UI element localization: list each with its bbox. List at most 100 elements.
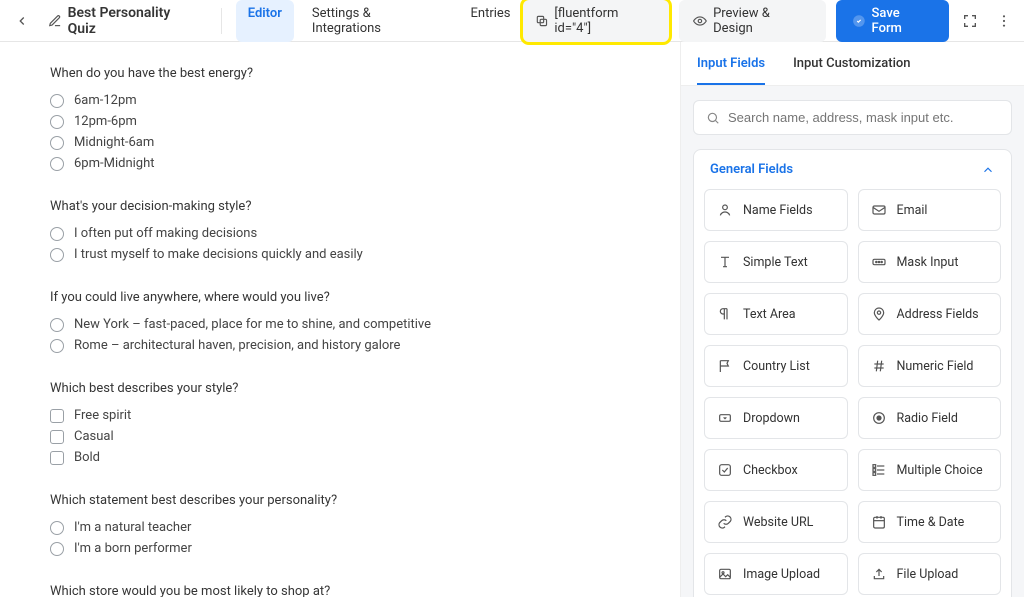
question-block[interactable]: Which store would you be most likely to … xyxy=(50,584,640,597)
field-checkbox[interactable]: Checkbox xyxy=(704,449,848,491)
field-name[interactable]: Name Fields xyxy=(704,189,848,231)
radio-option[interactable]: New York – fast-paced, place for me to s… xyxy=(50,317,640,332)
question-block[interactable]: If you could live anywhere, where would … xyxy=(50,290,640,353)
checkbox-option[interactable]: Casual xyxy=(50,429,640,444)
paragraph-icon xyxy=(717,306,733,322)
copy-icon xyxy=(535,14,549,28)
question-title: Which statement best describes your pers… xyxy=(50,493,640,508)
field-address[interactable]: Address Fields xyxy=(858,293,1002,335)
checkbox-field-icon xyxy=(717,462,733,478)
general-fields-section: General Fields Name Fields Email Simple xyxy=(693,149,1012,597)
radio-icon xyxy=(50,542,64,556)
field-search-input[interactable] xyxy=(728,110,999,125)
tab-entries[interactable]: Entries xyxy=(459,0,523,42)
tab-settings[interactable]: Settings & Integrations xyxy=(300,0,453,42)
fullscreen-icon xyxy=(962,13,978,29)
field-mask-input[interactable]: Mask Input xyxy=(858,241,1002,283)
check-circle-icon xyxy=(852,14,866,28)
section-toggle[interactable]: General Fields xyxy=(694,150,1011,189)
radio-option[interactable]: 6pm-Midnight xyxy=(50,156,640,171)
back-button[interactable] xyxy=(8,7,36,35)
field-datetime[interactable]: Time & Date xyxy=(858,501,1002,543)
field-dropdown[interactable]: Dropdown xyxy=(704,397,848,439)
radio-icon xyxy=(50,521,64,535)
question-block[interactable]: Which best describes your style? Free sp… xyxy=(50,381,640,465)
radio-option[interactable]: I'm a natural teacher xyxy=(50,520,640,535)
tab-editor[interactable]: Editor xyxy=(236,0,294,42)
divider xyxy=(221,8,222,34)
shortcode-copy[interactable]: [fluentform id="4"] xyxy=(523,0,670,42)
tab-input-customization[interactable]: Input Customization xyxy=(793,56,910,85)
radio-icon xyxy=(50,115,64,129)
mail-icon xyxy=(871,202,887,218)
checkbox-option[interactable]: Free spirit xyxy=(50,408,640,423)
radio-icon xyxy=(50,248,64,262)
field-search[interactable] xyxy=(693,100,1012,135)
calendar-icon xyxy=(871,514,887,530)
field-grid: Name Fields Email Simple Text Mask Input xyxy=(694,189,1011,597)
search-icon xyxy=(706,111,720,125)
more-vertical-icon xyxy=(996,13,1012,29)
radio-option[interactable]: I often put off making decisions xyxy=(50,226,640,241)
radio-field-icon xyxy=(871,410,887,426)
list-check-icon xyxy=(871,462,887,478)
preview-button[interactable]: Preview & Design xyxy=(679,0,825,42)
fields-panel: Input Fields Input Customization General… xyxy=(680,42,1024,597)
tab-input-fields[interactable]: Input Fields xyxy=(697,56,765,85)
question-title: Which best describes your style? xyxy=(50,381,640,396)
field-image-upload[interactable]: Image Upload xyxy=(704,553,848,595)
edit-icon xyxy=(48,14,62,28)
field-numeric[interactable]: Numeric Field xyxy=(858,345,1002,387)
hash-icon xyxy=(871,358,887,374)
user-icon xyxy=(717,202,733,218)
field-country[interactable]: Country List xyxy=(704,345,848,387)
field-radio[interactable]: Radio Field xyxy=(858,397,1002,439)
checkbox-icon xyxy=(50,451,64,465)
question-block[interactable]: What's your decision-making style? I oft… xyxy=(50,199,640,262)
checkbox-icon xyxy=(50,430,64,444)
radio-option[interactable]: 12pm-6pm xyxy=(50,114,640,129)
field-url[interactable]: Website URL xyxy=(704,501,848,543)
chevron-up-icon xyxy=(981,163,995,177)
question-title: When do you have the best energy? xyxy=(50,66,640,81)
radio-option[interactable]: Midnight-6am xyxy=(50,135,640,150)
pin-icon xyxy=(871,306,887,322)
shortcode-text: [fluentform id="4"] xyxy=(554,6,657,36)
radio-icon xyxy=(50,318,64,332)
field-simple-text[interactable]: Simple Text xyxy=(704,241,848,283)
form-canvas: When do you have the best energy? 6am-12… xyxy=(0,42,680,597)
more-menu-button[interactable] xyxy=(992,9,1016,33)
radio-icon xyxy=(50,136,64,150)
radio-option[interactable]: Rome – architectural haven, precision, a… xyxy=(50,338,640,353)
question-block[interactable]: Which statement best describes your pers… xyxy=(50,493,640,556)
upload-icon xyxy=(871,566,887,582)
image-icon xyxy=(717,566,733,582)
radio-option[interactable]: I'm a born performer xyxy=(50,541,640,556)
text-icon xyxy=(717,254,733,270)
dropdown-icon xyxy=(717,410,733,426)
fullscreen-button[interactable] xyxy=(959,9,983,33)
mask-icon xyxy=(871,254,887,270)
radio-option[interactable]: 6am-12pm xyxy=(50,93,640,108)
radio-icon xyxy=(50,157,64,171)
radio-icon xyxy=(50,94,64,108)
flag-icon xyxy=(717,358,733,374)
field-file-upload[interactable]: File Upload xyxy=(858,553,1002,595)
form-title-text: Best Personality Quiz xyxy=(68,5,201,37)
radio-icon xyxy=(50,339,64,353)
field-textarea[interactable]: Text Area xyxy=(704,293,848,335)
checkbox-option[interactable]: Bold xyxy=(50,450,640,465)
field-email[interactable]: Email xyxy=(858,189,1002,231)
radio-icon xyxy=(50,227,64,241)
chevron-left-icon xyxy=(15,14,29,28)
save-button[interactable]: Save Form xyxy=(836,0,949,42)
form-title[interactable]: Best Personality Quiz xyxy=(42,5,207,37)
field-multiple-choice[interactable]: Multiple Choice xyxy=(858,449,1002,491)
question-block[interactable]: When do you have the best energy? 6am-12… xyxy=(50,66,640,171)
checkbox-icon xyxy=(50,409,64,423)
radio-option[interactable]: I trust myself to make decisions quickly… xyxy=(50,247,640,262)
question-title: Which store would you be most likely to … xyxy=(50,584,640,597)
top-bar: Best Personality Quiz Editor Settings & … xyxy=(0,0,1024,42)
question-title: What's your decision-making style? xyxy=(50,199,640,214)
eye-icon xyxy=(693,14,707,28)
